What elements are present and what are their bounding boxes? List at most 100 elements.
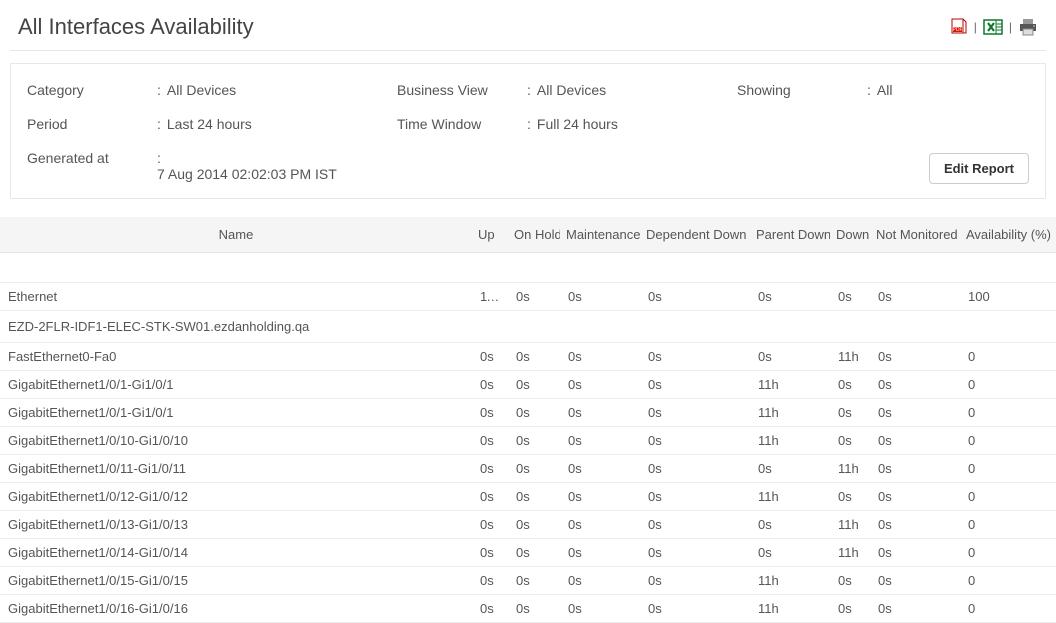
metric-cell: 0s [830, 427, 870, 455]
metric-cell: 0s [640, 343, 750, 371]
metric-cell: 0s [560, 483, 640, 511]
metric-cell: 0 [960, 343, 1056, 371]
metric-cell: 0s [870, 343, 960, 371]
metric-cell: 11h [750, 427, 830, 455]
metric-cell: 0s [472, 483, 508, 511]
metric-cell: 11h [750, 399, 830, 427]
table-row: GigabitEthernet1/0/10-Gi1/0/100s0s0s0s11… [0, 427, 1056, 455]
metric-cell: 0s [640, 427, 750, 455]
metric-cell: 11h [830, 455, 870, 483]
metric-cell: 0s [870, 539, 960, 567]
metric-cell: 11h [830, 511, 870, 539]
metric-cell: 0s [640, 483, 750, 511]
table-row: GigabitEthernet1/0/16-Gi1/0/160s0s0s0s11… [0, 595, 1056, 623]
metric-cell: 0s [508, 483, 560, 511]
metric-cell: 0s [830, 567, 870, 595]
metric-cell: 0 [960, 567, 1056, 595]
metric-cell: 0s [870, 567, 960, 595]
period-label: Period [27, 116, 157, 132]
interface-name: GigabitEthernet1/0/15-Gi1/0/15 [0, 567, 472, 595]
metric-cell: 0s [640, 455, 750, 483]
col-name[interactable]: Name [0, 217, 472, 253]
col-maintenance[interactable]: Maintenance [560, 217, 640, 253]
metric-cell: 0s [560, 399, 640, 427]
divider [10, 50, 1046, 51]
metric-cell: 11h [750, 371, 830, 399]
col-down[interactable]: Down [830, 217, 870, 253]
metric-cell: 0s [508, 455, 560, 483]
interface-name: GigabitEthernet1/0/16-Gi1/0/16 [0, 595, 472, 623]
col-onhold[interactable]: On Hold [508, 217, 560, 253]
metric-cell: 0s [870, 455, 960, 483]
col-parent-down[interactable]: Parent Down [750, 217, 830, 253]
metric-cell: 0s [870, 511, 960, 539]
table-row: GigabitEthernet1/0/1-Gi1/0/10s0s0s0s11h0… [0, 371, 1056, 399]
filter-panel: Category :All Devices Business View :All… [10, 63, 1046, 199]
metric-cell: 0s [472, 399, 508, 427]
metric-cell: 0s [870, 399, 960, 427]
interface-name: GigabitEthernet1/0/12-Gi1/0/12 [0, 483, 472, 511]
export-pdf-icon[interactable]: PDF [950, 18, 968, 36]
metric-cell: 0s [472, 427, 508, 455]
metric-cell: 11h [472, 283, 508, 311]
interface-name: GigabitEthernet1/0/13-Gi1/0/13 [0, 511, 472, 539]
table-row: GigabitEthernet1/0/15-Gi1/0/150s0s0s0s11… [0, 567, 1056, 595]
col-availability[interactable]: Availability (%) [960, 217, 1056, 253]
metric-cell: 11h [750, 483, 830, 511]
generated-at-label: Generated at [27, 150, 157, 166]
metric-cell: 0s [750, 455, 830, 483]
metric-cell: 0s [830, 595, 870, 623]
interface-name: GigabitEthernet1/0/10-Gi1/0/10 [0, 427, 472, 455]
metric-cell: 0s [830, 399, 870, 427]
metric-cell: 0s [870, 283, 960, 311]
metric-cell: 0s [508, 595, 560, 623]
metric-cell: 0s [870, 371, 960, 399]
metric-cell: 0 [960, 399, 1056, 427]
table-header-row: Name Up On Hold Maintenance Dependent Do… [0, 217, 1056, 253]
print-icon[interactable] [1018, 18, 1038, 36]
metric-cell: 0s [640, 399, 750, 427]
metric-cell: 0s [640, 511, 750, 539]
metric-cell: 0s [508, 343, 560, 371]
metric-cell: 0s [508, 539, 560, 567]
metric-cell: 0s [472, 455, 508, 483]
metric-cell: 0s [640, 595, 750, 623]
table-row: EZD-2FLR-IDF1-ELEC-STK-SW01.ezdanholding… [0, 311, 1056, 343]
metric-cell: 0s [508, 371, 560, 399]
interface-name: GigabitEthernet1/0/1-Gi1/0/1 [0, 371, 472, 399]
showing-value: :All [867, 82, 892, 98]
metric-cell: 11h [830, 343, 870, 371]
metric-cell: 0s [870, 427, 960, 455]
metric-cell: 0s [640, 371, 750, 399]
metric-cell: 0 [960, 427, 1056, 455]
metric-cell: 0s [750, 343, 830, 371]
metric-cell: 0s [870, 595, 960, 623]
metric-cell: 0 [960, 455, 1056, 483]
col-dependent-down[interactable]: Dependent Down [640, 217, 750, 253]
metric-cell: 0 [960, 511, 1056, 539]
interface-name: GigabitEthernet1/0/1-Gi1/0/1 [0, 399, 472, 427]
metric-cell: 0s [750, 539, 830, 567]
interface-name: GigabitEthernet1/0/14-Gi1/0/14 [0, 539, 472, 567]
col-up[interactable]: Up [472, 217, 508, 253]
metric-cell: 0s [472, 511, 508, 539]
table-row [0, 253, 1056, 283]
col-not-monitored[interactable]: Not Monitored [870, 217, 960, 253]
table-row: FastEthernet0-Fa00s0s0s0s0s11h0s0 [0, 343, 1056, 371]
metric-cell: 0s [870, 483, 960, 511]
edit-report-button[interactable]: Edit Report [929, 153, 1029, 184]
metric-cell: 0s [472, 567, 508, 595]
spacer-cell [0, 253, 1056, 283]
export-xls-icon[interactable] [983, 18, 1003, 36]
metric-cell: 0s [508, 511, 560, 539]
metric-cell: 11h [750, 567, 830, 595]
metric-cell: 0 [960, 483, 1056, 511]
metric-cell: 0s [640, 539, 750, 567]
interface-name: GigabitEthernet1/0/11-Gi1/0/11 [0, 455, 472, 483]
svg-text:PDF: PDF [952, 27, 962, 33]
metric-cell: 0s [560, 455, 640, 483]
metric-cell: 0s [830, 371, 870, 399]
metric-cell: 0 [960, 539, 1056, 567]
metric-cell: 0s [560, 595, 640, 623]
metric-cell: 0s [560, 371, 640, 399]
